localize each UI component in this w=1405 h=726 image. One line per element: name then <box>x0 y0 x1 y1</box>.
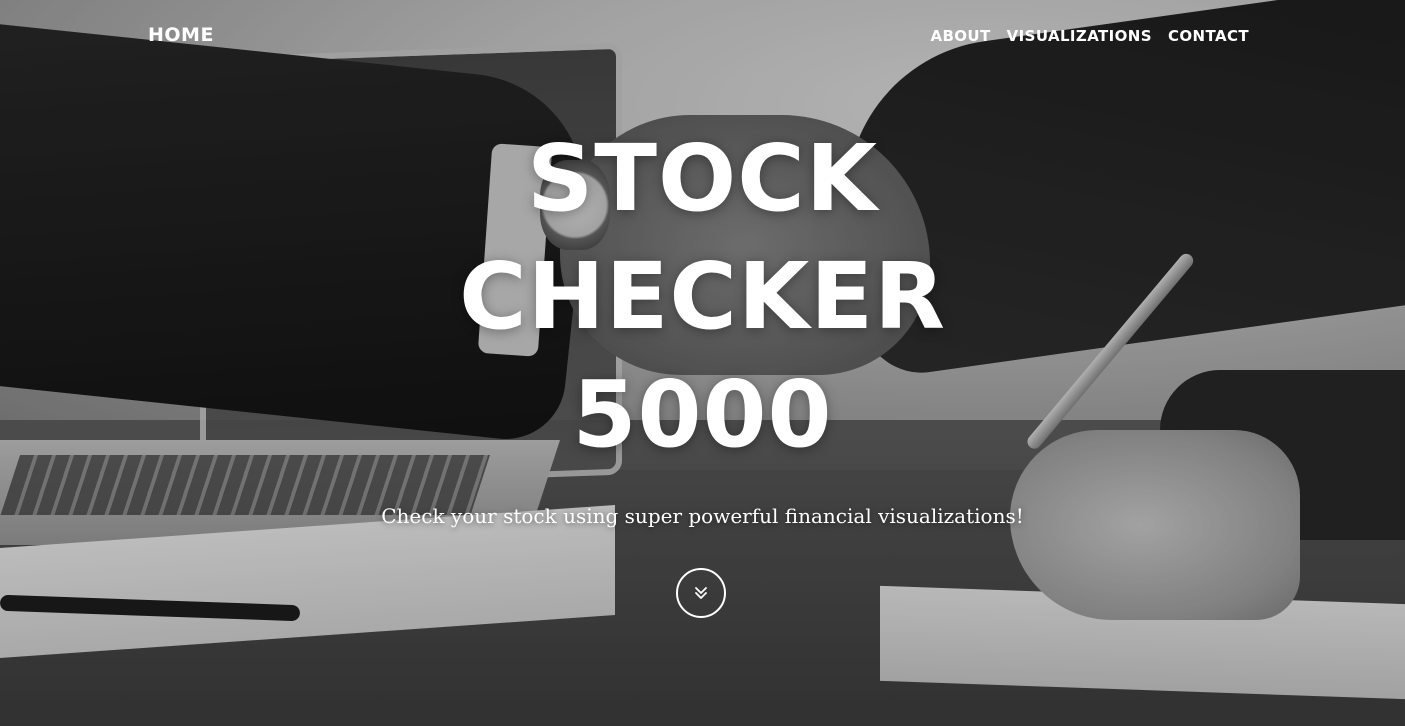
nav-menu: ABOUT VISUALIZATIONS CONTACT <box>930 27 1249 45</box>
scroll-down-button[interactable] <box>676 568 726 618</box>
nav-link-contact[interactable]: CONTACT <box>1168 27 1249 45</box>
title-line-2: CHECKER <box>459 243 946 350</box>
hero-subtitle: Check your stock using super powerful fi… <box>381 504 1024 528</box>
nav-home-link[interactable]: HOME <box>148 24 214 46</box>
title-line-3: 5000 <box>572 361 833 468</box>
nav-link-visualizations[interactable]: VISUALIZATIONS <box>1007 27 1152 45</box>
title-line-1: STOCK <box>526 125 879 232</box>
hero-section: HOME ABOUT VISUALIZATIONS CONTACT STOCK … <box>0 0 1405 726</box>
page-title: STOCK CHECKER 5000 <box>0 120 1405 474</box>
nav-link-about[interactable]: ABOUT <box>930 27 990 45</box>
double-chevron-down-icon <box>695 587 707 599</box>
